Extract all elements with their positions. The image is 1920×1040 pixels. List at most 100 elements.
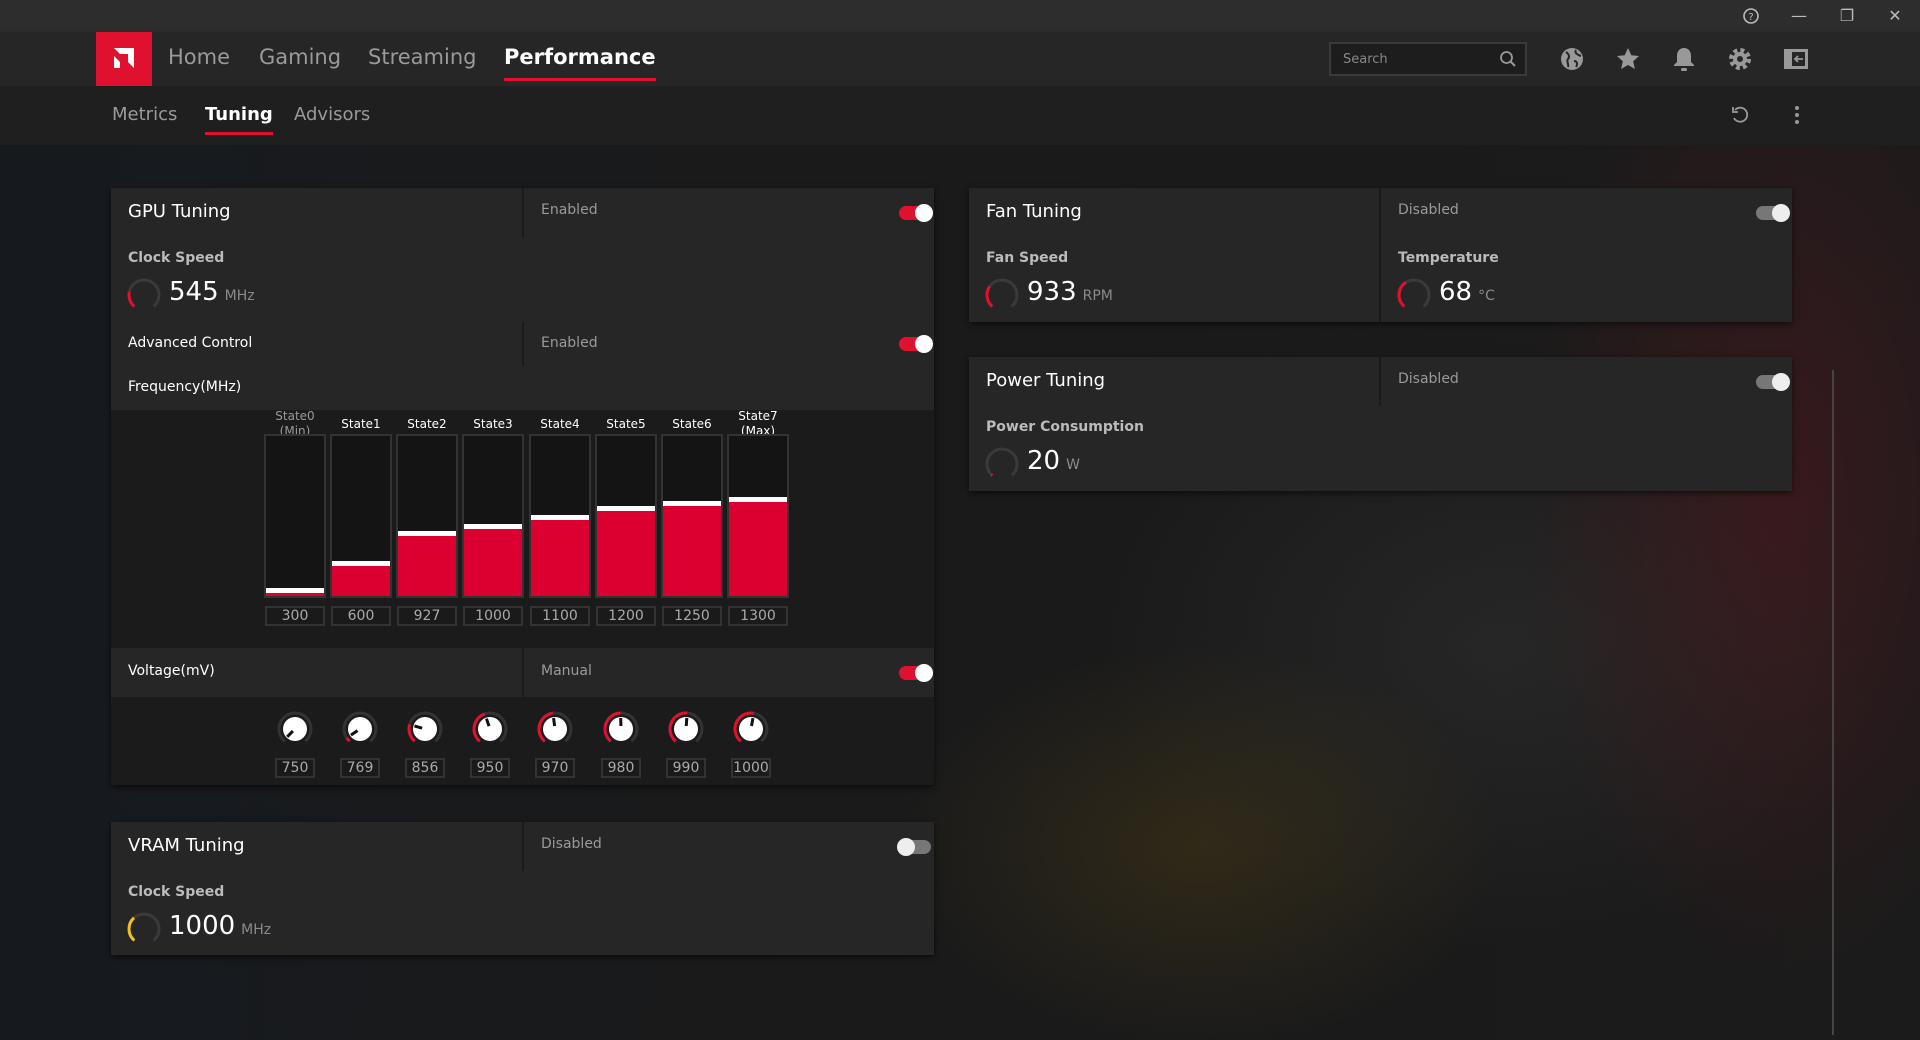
frequency-value-input[interactable]: 1200 <box>596 606 656 626</box>
clock-speed-gauge <box>127 278 161 308</box>
voltage-knob[interactable] <box>275 709 315 749</box>
state-name: State0 <box>275 409 315 423</box>
voltage-value-input[interactable]: 1000 <box>731 758 771 778</box>
nav-streaming[interactable]: Streaming <box>368 45 476 69</box>
sidebar-toggle-icon[interactable] <box>1782 45 1810 73</box>
gpu-tuning-title: GPU Tuning <box>128 201 231 222</box>
voltage-value-input[interactable]: 990 <box>666 758 706 778</box>
voltage-value-input[interactable]: 950 <box>470 758 510 778</box>
power-consumption-gauge <box>985 447 1019 477</box>
fan-speed-number: 933 <box>1027 277 1077 307</box>
top-nav: Home Gaming Streaming Performance Search <box>0 32 1920 86</box>
help-icon[interactable]: ? <box>1737 4 1765 28</box>
gear-icon[interactable] <box>1726 45 1754 73</box>
gpu-tuning-panel: GPU Tuning Enabled Clock Speed 545 MHz Ad… <box>111 188 934 785</box>
clock-speed-number: 545 <box>169 277 219 307</box>
voltage-value-input[interactable]: 769 <box>340 758 380 778</box>
vram-tuning-toggle[interactable] <box>897 838 931 856</box>
fan-speed-unit: RPM <box>1082 288 1113 304</box>
nav-gaming[interactable]: Gaming <box>259 45 341 69</box>
temperature-unit: °C <box>1478 288 1495 304</box>
restore-button[interactable]: ❐ <box>1833 4 1861 28</box>
voltage-value-input[interactable]: 856 <box>405 758 445 778</box>
tab-metrics[interactable]: Metrics <box>112 104 177 125</box>
state-header: State1 <box>329 417 393 432</box>
vram-clock-number: 1000 <box>169 911 236 941</box>
frequency-slider[interactable] <box>330 434 392 598</box>
voltage-value-input[interactable]: 980 <box>601 758 641 778</box>
voltage-knob[interactable] <box>470 709 510 749</box>
voltage-knob[interactable] <box>340 709 380 749</box>
frequency-value-input[interactable]: 1300 <box>728 606 788 626</box>
nav-performance[interactable]: Performance <box>504 45 656 81</box>
voltage-knob[interactable] <box>666 709 706 749</box>
clock-speed-value: 545 MHz <box>169 277 255 307</box>
state-name: State7 <box>738 409 778 423</box>
gauge-arc <box>1397 281 1407 308</box>
state-name: State1 <box>341 417 381 431</box>
frequency-slider[interactable] <box>727 434 789 598</box>
voltage-manual-toggle[interactable] <box>899 664 933 682</box>
fan-tuning-toggle[interactable] <box>1756 204 1790 222</box>
star-icon[interactable] <box>1614 45 1642 73</box>
knob-arc <box>345 737 351 743</box>
nav-home[interactable]: Home <box>168 45 230 69</box>
scrollbar[interactable] <box>1832 370 1834 1035</box>
power-tuning-toggle[interactable] <box>1756 373 1790 391</box>
advanced-control-toggle[interactable] <box>899 335 933 353</box>
gauge-arc <box>127 916 136 942</box>
power-unit: W <box>1066 457 1080 473</box>
gpu-tuning-status: Enabled <box>541 202 598 218</box>
vram-clock-gauge <box>127 912 161 942</box>
frequency-fill <box>266 588 324 596</box>
voltage-knob[interactable] <box>601 709 641 749</box>
state-header: State6 <box>660 417 724 432</box>
state-name: State2 <box>407 417 447 431</box>
amd-logo[interactable] <box>96 32 152 86</box>
bell-icon[interactable] <box>1670 45 1698 73</box>
vram-clock-value: 1000 MHz <box>169 911 271 941</box>
reset-icon[interactable] <box>1729 104 1751 126</box>
gauge-arc <box>990 473 994 477</box>
clock-speed-unit: MHz <box>224 288 255 304</box>
temperature-value: 68 °C <box>1439 277 1495 307</box>
frequency-fill <box>531 515 589 596</box>
voltage-mode-status: Manual <box>541 663 592 679</box>
search-input[interactable]: Search <box>1329 42 1527 76</box>
frequency-slider[interactable] <box>264 434 326 598</box>
close-button[interactable]: ✕ <box>1881 4 1909 28</box>
voltage-knob[interactable] <box>731 709 771 749</box>
vram-tuning-status: Disabled <box>541 836 602 852</box>
frequency-value-input[interactable]: 300 <box>265 606 325 626</box>
power-consumption-value: 20 W <box>1027 446 1080 476</box>
more-options-icon[interactable] <box>1786 104 1808 126</box>
knob-pointer <box>552 717 557 727</box>
voltage-knob[interactable] <box>405 709 445 749</box>
frequency-value-input[interactable]: 1100 <box>530 606 590 626</box>
frequency-value-input[interactable]: 1250 <box>662 606 722 626</box>
gpu-tuning-toggle[interactable] <box>899 204 933 222</box>
state-name: State4 <box>540 417 580 431</box>
frequency-slider[interactable] <box>462 434 524 598</box>
tab-advisors[interactable]: Advisors <box>294 104 370 125</box>
advanced-control-label: Advanced Control <box>128 335 253 351</box>
minimize-button[interactable]: — <box>1785 4 1813 28</box>
state-header: State5 <box>594 417 658 432</box>
frequency-slider[interactable] <box>396 434 458 598</box>
state-header: State4 <box>528 417 592 432</box>
voltage-value-input[interactable]: 750 <box>275 758 315 778</box>
frequency-value-input[interactable]: 600 <box>331 606 391 626</box>
fan-speed-value: 933 RPM <box>1027 277 1113 307</box>
search-icon[interactable] <box>1499 50 1517 68</box>
frequency-value-input[interactable]: 1000 <box>463 606 523 626</box>
tab-tuning[interactable]: Tuning <box>205 104 273 135</box>
voltage-value-input[interactable]: 970 <box>535 758 575 778</box>
frequency-slider[interactable] <box>529 434 591 598</box>
frequency-value-input[interactable]: 927 <box>397 606 457 626</box>
frequency-slider[interactable] <box>661 434 723 598</box>
frequency-states: State0 (Min) 300 State1 600 State2 927 State3 10… <box>111 409 934 648</box>
globe-icon[interactable] <box>1558 45 1586 73</box>
frequency-slider[interactable] <box>595 434 657 598</box>
voltage-knob[interactable] <box>535 709 575 749</box>
state-name: State3 <box>473 417 513 431</box>
